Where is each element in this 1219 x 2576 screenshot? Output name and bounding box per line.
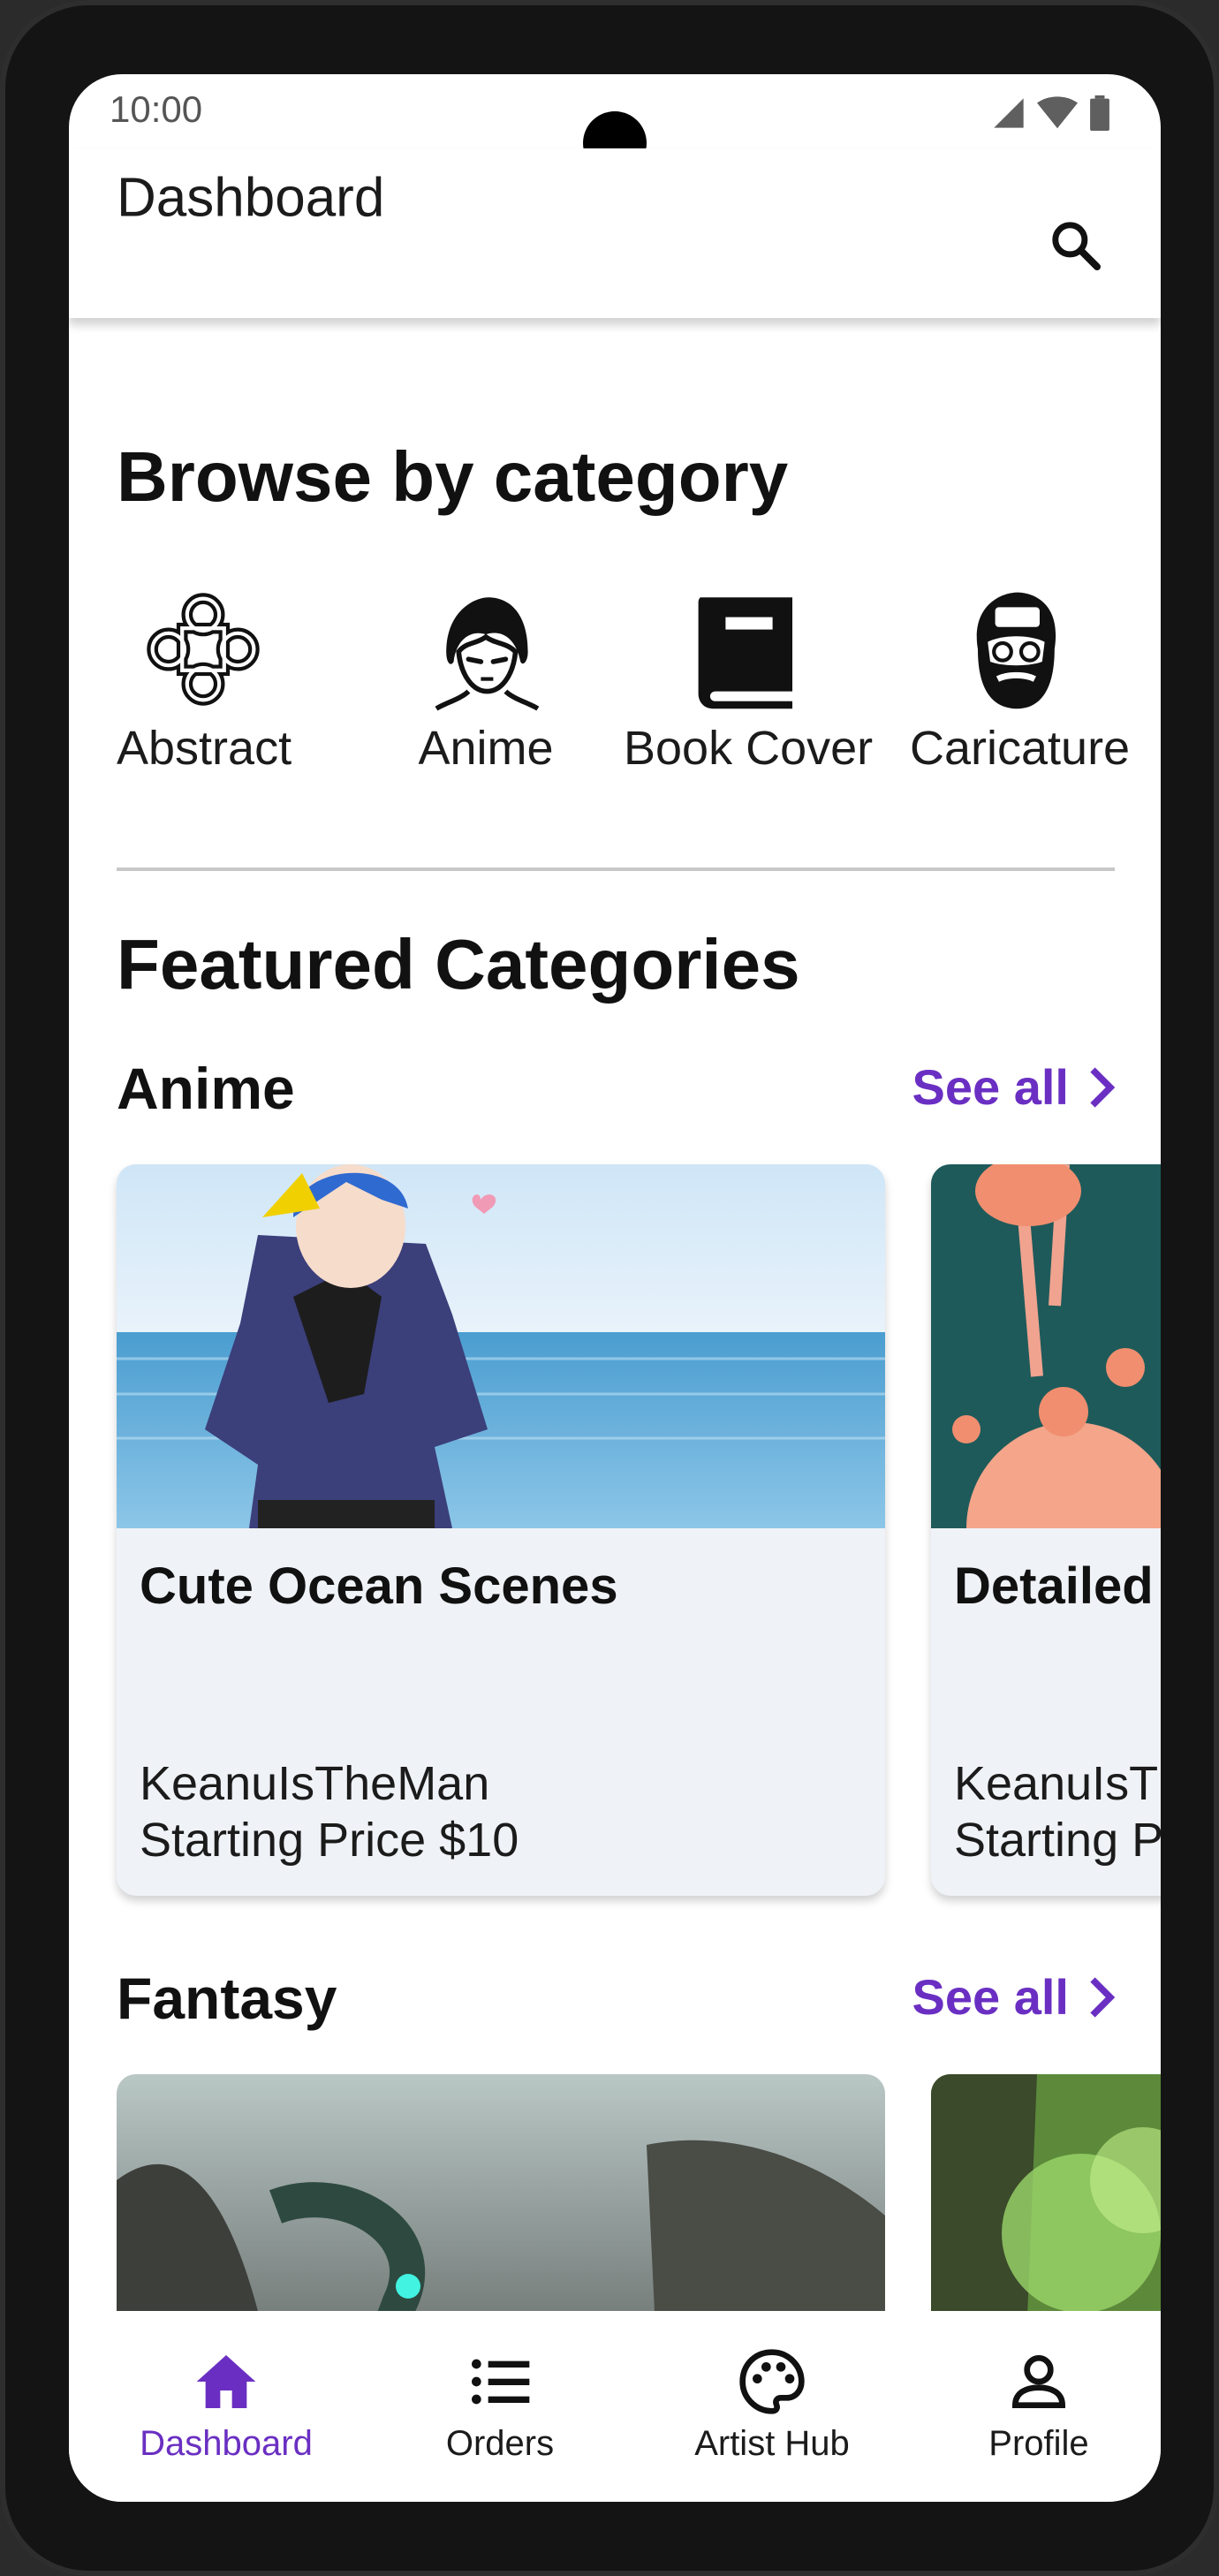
category-caricature[interactable]: Caricature xyxy=(910,583,1131,776)
category-book-cover[interactable]: Book Cover xyxy=(624,583,874,776)
nav-label: Profile xyxy=(988,2424,1089,2463)
card-artist: KeanuIsTh xyxy=(954,1757,1161,1810)
category-row[interactable]: Abstract Anime Book Cover Caricature xyxy=(69,583,1161,775)
partial-category-icon xyxy=(1155,583,1161,716)
card-price: Starting Price $10 xyxy=(140,1814,519,1867)
screen: 10:00 Dashboard Browse by category Abstr… xyxy=(69,74,1161,2502)
signal-icon xyxy=(994,98,1024,128)
nav-label: Orders xyxy=(445,2424,555,2463)
palette-icon xyxy=(739,2349,805,2414)
category-abstract[interactable]: Abstract xyxy=(117,583,292,776)
card-artist: KeanuIsTheMan xyxy=(140,1757,490,1810)
art-card[interactable]: Detailed KeanuIsTh Starting Pr xyxy=(931,1164,1161,1896)
divider xyxy=(117,868,1115,871)
nav-orders[interactable]: Orders xyxy=(376,2346,624,2464)
category-label: Book Cover xyxy=(624,722,874,775)
art-card[interactable]: Cute Ocean Scenes KeanuIsTheMan Starting… xyxy=(117,1164,885,1896)
nav-dashboard[interactable]: Dashboard xyxy=(102,2346,350,2464)
nav-label: Artist Hub xyxy=(694,2424,850,2463)
category-partial[interactable]: C xyxy=(1129,583,1161,776)
category-label: Caricature xyxy=(910,722,1131,775)
featured-heading: Featured Categories xyxy=(117,925,800,1004)
card-thumbnail xyxy=(117,1164,885,1528)
page-title: Dashboard xyxy=(117,167,385,229)
see-all-label: See all xyxy=(912,1969,1069,2025)
nav-artist-hub[interactable]: Artist Hub xyxy=(648,2346,896,2464)
anime-face-icon xyxy=(435,597,540,711)
status-time: 10:00 xyxy=(110,88,203,130)
card-thumbnail xyxy=(931,1164,1161,1528)
see-all-fantasy-button[interactable]: See all xyxy=(912,1968,1115,2026)
chevron-right-icon xyxy=(1090,1066,1115,1108)
card-title: Detailed xyxy=(954,1557,1154,1615)
row-title: Fantasy xyxy=(117,1966,337,2031)
search-icon xyxy=(1052,222,1101,270)
bottom-navigation: Dashboard Orders Artist Hub Profile xyxy=(69,2311,1161,2502)
see-all-anime-button[interactable]: See all xyxy=(912,1058,1115,1116)
abstract-knot-icon xyxy=(147,593,260,706)
book-icon xyxy=(698,597,792,709)
nav-profile[interactable]: Profile xyxy=(915,2346,1161,2464)
category-label: Abstract xyxy=(117,722,292,775)
caricature-face-icon xyxy=(976,592,1056,709)
status-icons xyxy=(991,94,1111,133)
phone-frame: 10:00 Dashboard Browse by category Abstr… xyxy=(0,0,1219,2576)
main-content[interactable]: Browse by category Abstract Anime Book C… xyxy=(69,318,1161,2380)
search-button[interactable] xyxy=(1037,207,1115,284)
category-anime[interactable]: Anime xyxy=(405,583,567,776)
card-price: Starting Pr xyxy=(954,1814,1161,1867)
chevron-right-icon xyxy=(1090,1976,1115,2018)
home-icon xyxy=(196,2355,256,2408)
app-bar: Dashboard xyxy=(69,148,1161,318)
see-all-label: See all xyxy=(912,1059,1069,1115)
nav-label: Dashboard xyxy=(140,2424,313,2463)
category-label: Anime xyxy=(418,722,554,775)
jellyfish-illustration xyxy=(931,1164,1161,1528)
person-icon xyxy=(1011,2355,1066,2408)
category-label: C xyxy=(1129,721,1161,776)
ocean-anime-illustration xyxy=(117,1164,885,1528)
row-header-anime: Anime See all xyxy=(117,1055,1115,1125)
battery-icon xyxy=(1090,95,1109,131)
browse-heading: Browse by category xyxy=(117,437,789,516)
row-header-fantasy: Fantasy See all xyxy=(117,1965,1115,2035)
card-title: Cute Ocean Scenes xyxy=(140,1557,618,1615)
wifi-icon xyxy=(1037,96,1078,129)
list-icon xyxy=(472,2359,530,2405)
row-title: Anime xyxy=(117,1056,295,1121)
